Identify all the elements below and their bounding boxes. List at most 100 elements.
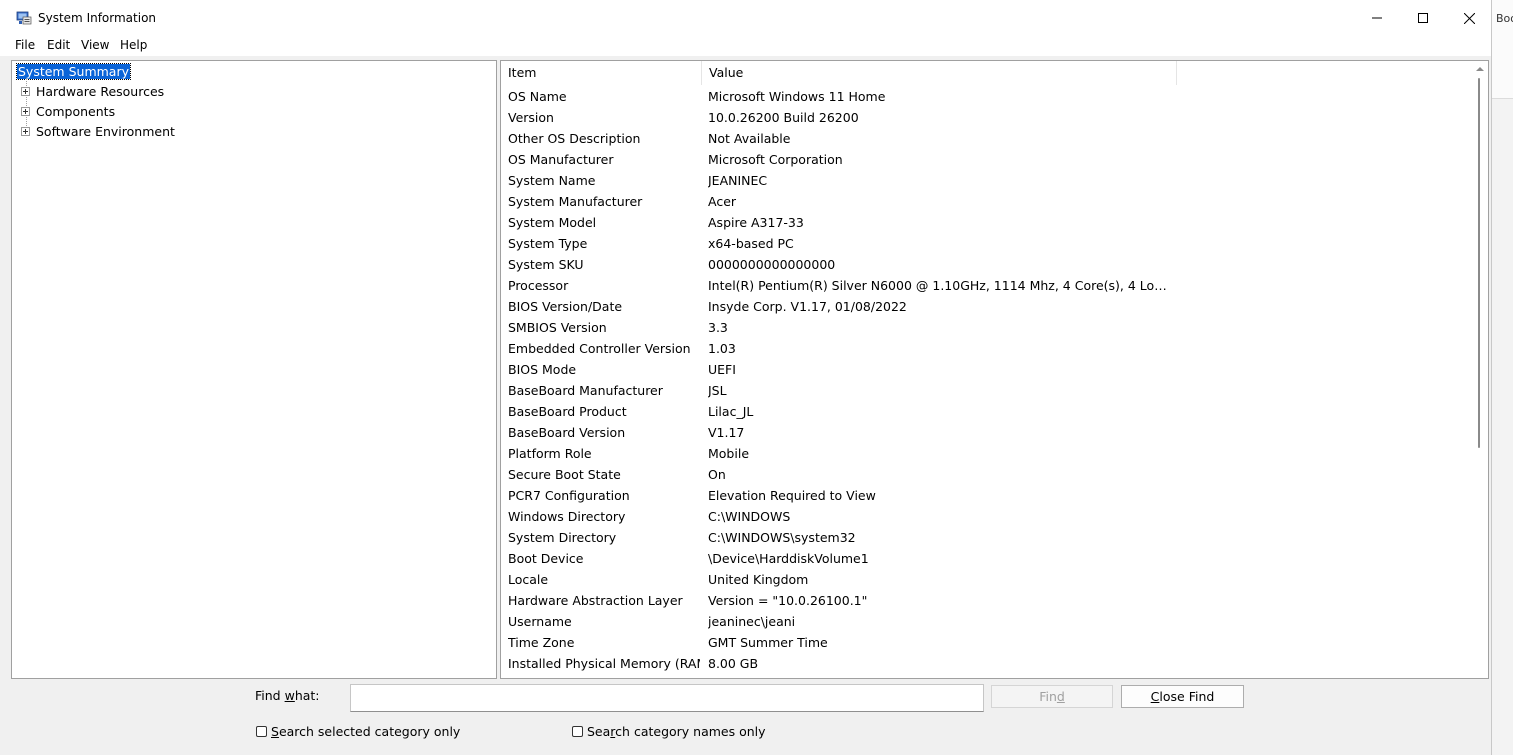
table-row[interactable]: Installed Physical Memory (RAM) 8.00 GB (501, 653, 1473, 674)
table-row[interactable]: Windows Directory C:\WINDOWS (501, 506, 1473, 527)
background-window: Boo (1492, 0, 1513, 755)
row-value-cell: Not Available (708, 131, 791, 146)
row-item-cell: System Model (508, 215, 597, 230)
tree-item-software-environment[interactable]: Software Environment (21, 122, 175, 140)
row-value-cell: Intel(R) Pentium(R) Silver N6000 @ 1.10G… (708, 278, 1173, 293)
checkbox-icon[interactable] (572, 726, 583, 737)
checkbox-icon[interactable] (256, 726, 267, 737)
table-row[interactable]: Hardware Abstraction Layer Version = "10.… (501, 590, 1473, 611)
find-what-label: Find what: (255, 688, 320, 703)
tree-item-label: Hardware Resources (36, 83, 165, 99)
row-value-cell: Microsoft Corporation (708, 152, 843, 167)
table-row[interactable]: Username jeaninec\jeani (501, 611, 1473, 632)
row-value-cell: Acer (708, 194, 737, 209)
table-row[interactable]: System Model Aspire A317-33 (501, 212, 1473, 233)
row-value-cell: jeaninec\jeani (708, 614, 796, 629)
find-bar: Find what: Find Close Find Search select… (0, 680, 1491, 755)
table-row[interactable]: Processor Intel(R) Pentium(R) Silver N600… (501, 275, 1473, 296)
row-value-cell: Microsoft Windows 11 Home (708, 89, 886, 104)
row-item-cell: System SKU (508, 257, 584, 272)
row-value-cell: Insyde Corp. V1.17, 01/08/2022 (708, 299, 907, 314)
table-row[interactable]: Platform Role Mobile (501, 443, 1473, 464)
row-value-cell: x64-based PC (708, 236, 794, 251)
scrollbar-thumb[interactable] (1478, 78, 1480, 448)
expand-icon[interactable] (21, 126, 30, 136)
expand-icon[interactable] (21, 106, 30, 116)
row-value-cell: 1.03 (708, 341, 736, 356)
table-row[interactable]: BaseBoard Version V1.17 (501, 422, 1473, 443)
table-row[interactable]: Embedded Controller Version 1.03 (501, 338, 1473, 359)
title-bar[interactable]: System Information (0, 0, 1491, 36)
window-title: System Information (38, 11, 157, 25)
system-information-window: System Information File Edit View Help S… (0, 0, 1492, 755)
row-item-cell: Processor (508, 278, 569, 293)
table-row[interactable]: System SKU 0000000000000000 (501, 254, 1473, 275)
menu-help[interactable]: Help (118, 38, 149, 52)
row-item-cell: SMBIOS Version (508, 320, 607, 335)
table-row[interactable]: Boot Device \Device\HarddiskVolume1 (501, 548, 1473, 569)
row-value-cell: Mobile (708, 446, 750, 461)
scroll-up-arrow-icon[interactable] (1476, 67, 1484, 71)
row-item-cell: System Manufacturer (508, 194, 643, 209)
menu-view[interactable]: View (79, 38, 111, 52)
row-value-cell: JEANINEC (708, 173, 768, 188)
row-item-cell: BaseBoard Manufacturer (508, 383, 663, 398)
background-window-text: Boo (1496, 12, 1513, 25)
table-row[interactable]: BaseBoard Manufacturer JSL (501, 380, 1473, 401)
row-item-cell: BIOS Version/Date (508, 299, 623, 314)
table-row[interactable]: PCR7 Configuration Elevation Required to … (501, 485, 1473, 506)
table-row[interactable]: System Manufacturer Acer (501, 191, 1473, 212)
search-category-names-checkbox[interactable]: Search category names only (572, 724, 766, 739)
row-item-cell: OS Manufacturer (508, 152, 614, 167)
table-row[interactable]: BIOS Mode UEFI (501, 359, 1473, 380)
table-row[interactable]: Version 10.0.26200 Build 26200 (501, 107, 1473, 128)
row-value-cell: Elevation Required to View (708, 488, 876, 503)
row-item-cell: Installed Physical Memory (RAM) (508, 656, 700, 671)
row-item-cell: BIOS Mode (508, 362, 577, 377)
tree-item-system-summary[interactable]: System Summary (16, 63, 131, 80)
close-find-button[interactable]: Close Find (1121, 685, 1244, 708)
table-row[interactable]: Locale United Kingdom (501, 569, 1473, 590)
close-window-button[interactable] (1446, 0, 1492, 36)
row-value-cell: 8.00 GB (708, 656, 759, 671)
table-row[interactable]: Time Zone GMT Summer Time (501, 632, 1473, 653)
row-value-cell: V1.17 (708, 425, 745, 440)
row-value-cell: GMT Summer Time (708, 635, 828, 650)
column-header-value[interactable]: Value (702, 61, 1177, 85)
maximize-button[interactable] (1400, 0, 1446, 36)
row-item-cell: Version (508, 110, 554, 125)
minimize-button[interactable] (1354, 0, 1400, 36)
table-row[interactable]: System Name JEANINEC (501, 170, 1473, 191)
search-selected-category-checkbox[interactable]: Search selected category only (256, 724, 460, 739)
table-row[interactable]: SMBIOS Version 3.3 (501, 317, 1473, 338)
tree-item-components[interactable]: Components (21, 102, 115, 120)
find-what-input[interactable] (350, 684, 984, 712)
system-information-app-icon (16, 11, 32, 25)
row-item-cell: System Name (508, 173, 596, 188)
row-item-cell: Time Zone (508, 635, 575, 650)
table-row[interactable]: BaseBoard Product Lilac_JL (501, 401, 1473, 422)
row-item-cell: OS Name (508, 89, 567, 104)
category-tree[interactable]: System Summary Hardware Resources Compon… (11, 60, 497, 679)
table-row[interactable]: Other OS Description Not Available (501, 128, 1473, 149)
find-button[interactable]: Find (991, 685, 1113, 708)
table-row[interactable]: OS Manufacturer Microsoft Corporation (501, 149, 1473, 170)
table-row[interactable]: System Type x64-based PC (501, 233, 1473, 254)
table-row[interactable]: BIOS Version/Date Insyde Corp. V1.17, 01/… (501, 296, 1473, 317)
column-header-item[interactable]: Item (501, 61, 702, 85)
row-item-cell: System Directory (508, 530, 617, 545)
table-row[interactable]: OS Name Microsoft Windows 11 Home (501, 86, 1473, 107)
expand-icon[interactable] (21, 86, 30, 96)
details-list[interactable]: Item Value OS Name Microsoft Windows 11 H… (500, 60, 1489, 679)
vertical-scrollbar[interactable] (1471, 61, 1488, 678)
table-row[interactable]: System Directory C:\WINDOWS\system32 (501, 527, 1473, 548)
row-value-cell: C:\WINDOWS (708, 509, 791, 524)
menu-file[interactable]: File (13, 38, 37, 52)
tree-item-label: Software Environment (36, 123, 175, 139)
tree-item-hardware-resources[interactable]: Hardware Resources (21, 82, 164, 100)
row-item-cell: BaseBoard Version (508, 425, 626, 440)
checkbox-label: Search selected category only (271, 724, 461, 739)
table-row[interactable]: Secure Boot State On (501, 464, 1473, 485)
row-item-cell: Platform Role (508, 446, 592, 461)
menu-edit[interactable]: Edit (45, 38, 72, 52)
